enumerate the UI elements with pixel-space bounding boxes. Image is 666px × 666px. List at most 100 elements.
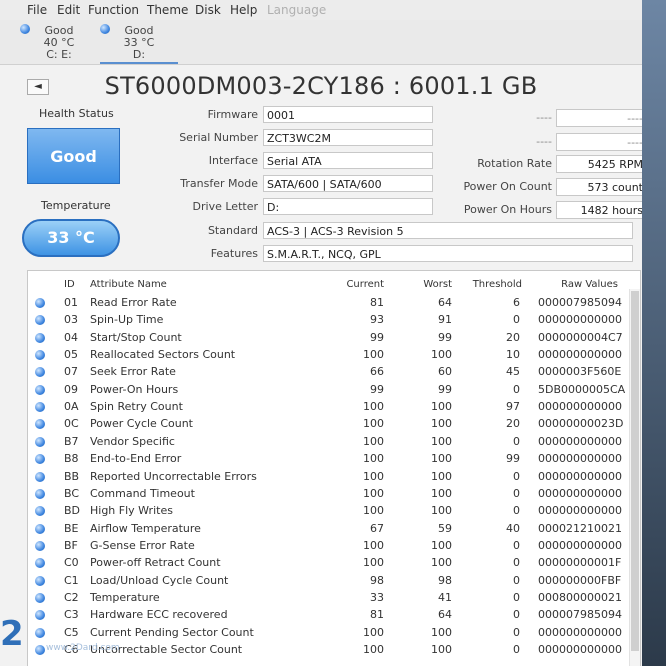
current-value: 98 (370, 573, 384, 587)
power-on-count-value: 573 count (556, 178, 642, 196)
menu-disk[interactable]: Disk (195, 3, 221, 17)
table-row[interactable]: BE Airflow Temperature 67 59 40 000021210021 (28, 521, 628, 538)
menu-bar: File Edit Function Theme Disk Help Langu… (0, 0, 642, 20)
worst-value: 100 (431, 504, 452, 518)
table-row[interactable]: BF G-Sense Error Rate 100 100 0 000000000000 (28, 538, 628, 555)
column-header-threshold[interactable]: Threshold (458, 279, 522, 290)
column-header-attribute-name[interactable]: Attribute Name (90, 279, 167, 290)
temperature-badge[interactable]: 33 °C (22, 219, 120, 257)
threshold-value: 0 (513, 469, 520, 483)
table-row[interactable]: 03 Spin-Up Time 93 91 0 000000000000 (28, 312, 628, 329)
raw-value: 000000000000 (538, 452, 622, 466)
threshold-value: 0 (513, 625, 520, 639)
column-header-current[interactable]: Current (338, 279, 384, 290)
table-row[interactable]: 0A Spin Retry Count 100 100 97 000000000000 (28, 399, 628, 416)
unused-field-1-label: ---- (536, 111, 552, 124)
status-dot-icon (35, 627, 45, 638)
menu-edit[interactable]: Edit (57, 3, 80, 17)
attribute-id: 0C (64, 417, 79, 431)
column-header-worst[interactable]: Worst (406, 279, 452, 290)
drive-selector-bar: Good 40 °C C: E: Good 33 °C D: (0, 20, 642, 65)
drive-tab-c[interactable]: Good 40 °C C: E: (20, 22, 98, 62)
worst-value: 100 (431, 452, 452, 466)
threshold-value: 0 (513, 590, 520, 604)
attribute-id: B7 (64, 434, 79, 448)
menu-language[interactable]: Language (267, 3, 326, 17)
table-row[interactable]: BB Reported Uncorrectable Errors 100 100 0 00… (28, 469, 628, 486)
attribute-name: Hardware ECC recovered (90, 608, 228, 622)
threshold-value: 0 (513, 486, 520, 500)
firmware-label: Firmware (207, 108, 258, 121)
current-value: 81 (370, 296, 384, 309)
raw-value: 000000000000 (538, 434, 622, 448)
table-row[interactable]: C0 Power-off Retract Count 100 100 0 00000000… (28, 555, 628, 572)
attribute-name: High Fly Writes (90, 504, 173, 518)
standard-value: ACS-3 | ACS-3 Revision 5 (263, 222, 633, 239)
table-row[interactable]: C5 Current Pending Sector Count 100 100 0 000… (28, 625, 628, 642)
worst-value: 100 (431, 417, 452, 431)
status-dot-icon (35, 575, 45, 586)
current-value: 100 (363, 625, 384, 639)
unused-field-2-label: ---- (536, 135, 552, 148)
current-value: 81 (370, 608, 384, 622)
worst-value: 98 (438, 573, 452, 587)
interface-label: Interface (208, 154, 258, 167)
raw-value: 0000003F560E (538, 365, 622, 379)
current-value: 66 (370, 365, 384, 379)
raw-value: 00000000001F (538, 556, 622, 570)
worst-value: 64 (438, 608, 452, 622)
attribute-name: Power-off Retract Count (90, 556, 221, 570)
raw-value: 000000000000 (538, 313, 622, 327)
raw-value: 000000000000 (538, 348, 622, 362)
watermark-logo: 2 (0, 614, 24, 654)
threshold-value: 0 (513, 313, 520, 327)
firmware-value: 0001 (263, 106, 433, 123)
status-dot-icon (35, 384, 45, 395)
smart-attributes-table[interactable]: ID Attribute Name Current Worst Threshol… (27, 270, 641, 666)
table-row[interactable]: 04 Start/Stop Count 99 99 20 0000000004C7 (28, 330, 628, 347)
worst-value: 60 (438, 365, 452, 379)
menu-function[interactable]: Function (88, 3, 139, 17)
column-header-raw-values[interactable]: Raw Values (538, 279, 618, 290)
power-on-hours-label: Power On Hours (463, 203, 552, 216)
raw-value: 000000000000 (538, 643, 622, 656)
transfer-mode-value: SATA/600 | SATA/600 (263, 175, 433, 192)
attribute-id: C1 (64, 573, 79, 587)
table-row[interactable]: BC Command Timeout 100 100 0 000000000000 (28, 486, 628, 503)
attribute-id: 04 (64, 330, 78, 344)
status-dot-icon (35, 367, 45, 378)
table-row[interactable]: C3 Hardware ECC recovered 81 64 0 00000798509… (28, 607, 628, 624)
attribute-id: BC (64, 486, 80, 500)
column-header-id[interactable]: ID (64, 279, 75, 290)
current-value: 100 (363, 556, 384, 570)
table-row[interactable]: 07 Seek Error Rate 66 60 45 0000003F560E (28, 364, 628, 381)
table-row[interactable]: 05 Reallocated Sectors Count 100 100 10 00000… (28, 347, 628, 364)
attribute-id: 0A (64, 400, 79, 414)
table-row[interactable]: C2 Temperature 33 41 0 000800000021 (28, 590, 628, 607)
attribute-id: 05 (64, 348, 78, 362)
worst-value: 100 (431, 434, 452, 448)
attribute-name: Power Cycle Count (90, 417, 193, 431)
attribute-name: G-Sense Error Rate (90, 538, 195, 552)
current-value: 100 (363, 417, 384, 431)
threshold-value: 0 (513, 573, 520, 587)
raw-value: 000000000000 (538, 469, 622, 483)
status-dot-icon (35, 488, 45, 499)
table-row[interactable]: 09 Power-On Hours 99 99 0 5DB0000005CA (28, 382, 628, 399)
table-row[interactable]: B8 End-to-End Error 100 100 99 000000000000 (28, 451, 628, 468)
table-row[interactable]: B7 Vendor Specific 100 100 0 000000000000 (28, 434, 628, 451)
table-row[interactable]: C1 Load/Unload Cycle Count 98 98 0 000000000F… (28, 573, 628, 590)
drive-tab-d[interactable]: Good 33 °C D: (100, 22, 178, 64)
table-row[interactable]: BD High Fly Writes 100 100 0 000000000000 (28, 503, 628, 520)
table-row[interactable]: 01 Read Error Rate 81 64 6 000007985094 (28, 295, 628, 312)
table-row[interactable]: 0C Power Cycle Count 100 100 20 00000000023D (28, 416, 628, 433)
menu-file[interactable]: File (27, 3, 47, 17)
status-dot-icon (35, 645, 45, 655)
menu-theme[interactable]: Theme (147, 3, 188, 17)
standard-label: Standard (207, 224, 258, 237)
table-scrollbar[interactable] (629, 289, 640, 666)
worst-value: 100 (431, 469, 452, 483)
menu-help[interactable]: Help (230, 3, 257, 17)
health-status-badge[interactable]: Good (27, 128, 120, 184)
scrollbar-thumb[interactable] (631, 291, 639, 651)
